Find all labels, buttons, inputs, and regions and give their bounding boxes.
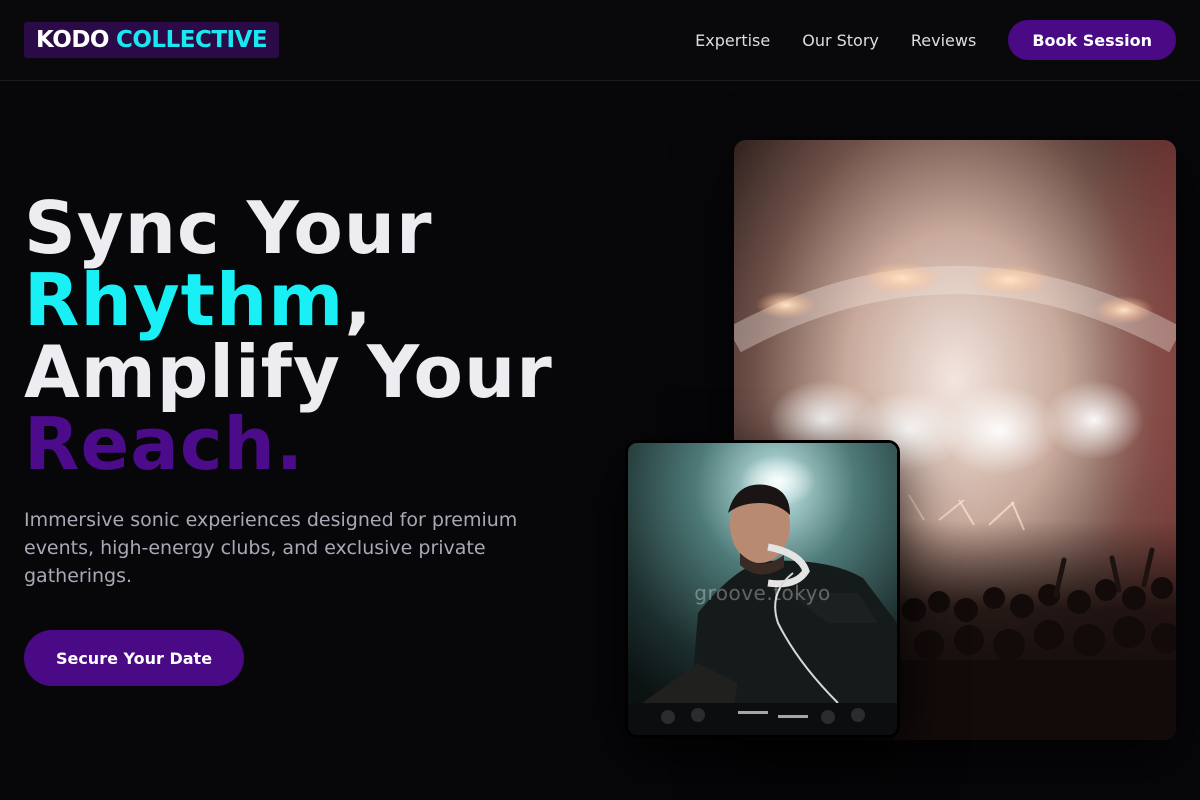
hero-subtitle: Immersive sonic experiences designed for…	[24, 509, 518, 587]
main-nav: Expertise Our Story Reviews Book Session	[695, 20, 1176, 60]
hero-title-line-1: Sync Your	[24, 186, 433, 270]
brand-logo[interactable]: KODO COLLECTIVE	[24, 22, 280, 58]
nav-link-expertise[interactable]: Expertise	[695, 31, 770, 50]
nav-link-our-story[interactable]: Our Story	[802, 31, 879, 50]
book-session-button[interactable]: Book Session	[1008, 20, 1176, 60]
hero-title-line-3: Amplify Your	[24, 330, 553, 414]
hero-title-line-2: Rhythm,	[24, 264, 624, 336]
hero-title: Sync Your Rhythm, Amplify Your Reach.	[24, 192, 624, 480]
hero-title-line-4: Reach.	[24, 402, 305, 486]
secure-date-button[interactable]: Secure Your Date	[24, 630, 244, 686]
site-header: KODO COLLECTIVE Expertise Our Story Revi…	[0, 0, 1200, 81]
image-watermark: groove.tokyo	[694, 581, 831, 605]
logo-word-accent: COLLECTIVE	[116, 26, 268, 53]
dj-image: groove.tokyo	[625, 440, 900, 738]
logo-word-primary: KODO	[36, 26, 110, 53]
nav-link-reviews[interactable]: Reviews	[911, 31, 976, 50]
